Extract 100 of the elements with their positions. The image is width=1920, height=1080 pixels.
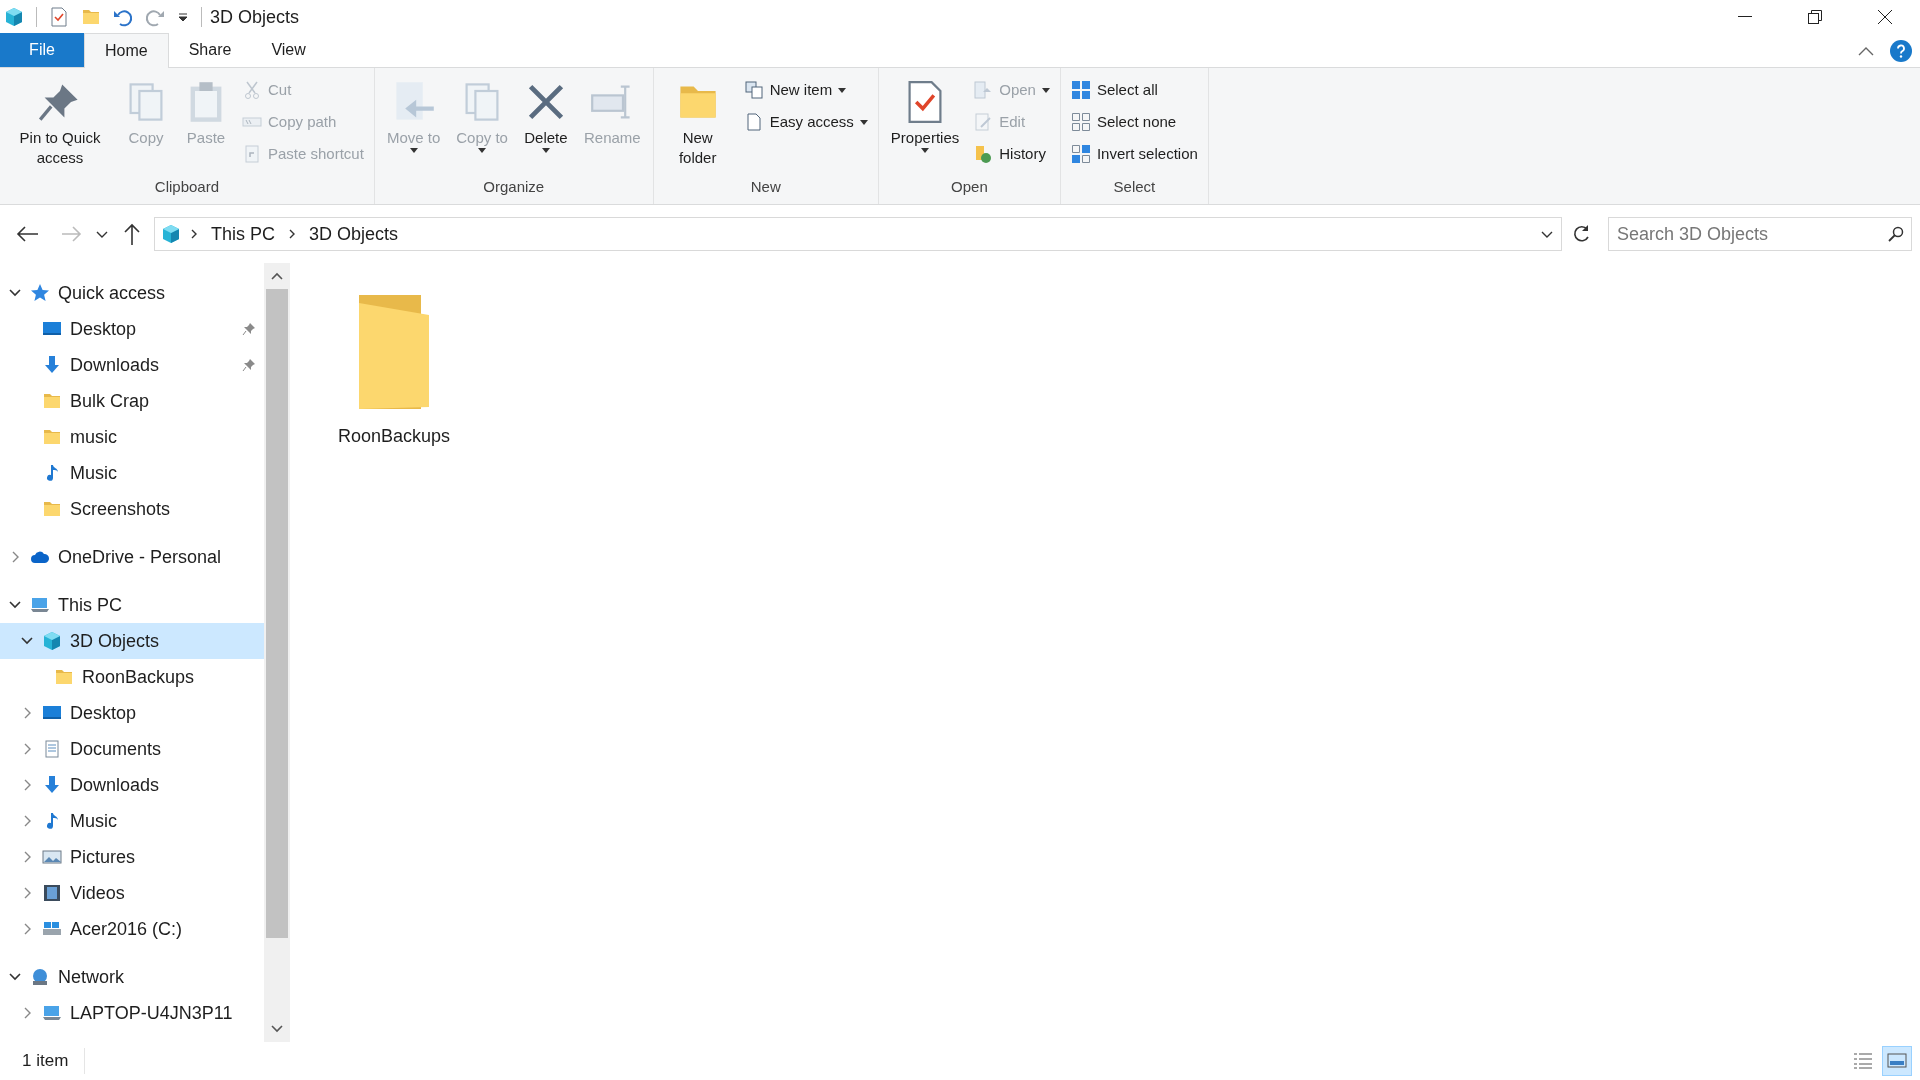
window-title: 3D Objects	[210, 5, 300, 29]
download-arrow-icon	[42, 355, 62, 375]
help-icon[interactable]	[1890, 39, 1912, 62]
search-icon	[1888, 226, 1904, 242]
collapse-ribbon-icon[interactable]	[1858, 45, 1874, 56]
scrollbar[interactable]	[264, 263, 290, 1042]
ribbon-button[interactable]: New item	[739, 74, 872, 106]
nav-label: RoonBackups	[82, 665, 196, 689]
file-name: RoonBackups	[337, 425, 451, 448]
checklist-icon	[49, 7, 69, 27]
ribbon-tab[interactable]: View	[251, 33, 326, 67]
partial-grid-icon	[1070, 144, 1091, 164]
nav-item[interactable]: Music	[0, 455, 264, 491]
nav-label: Screenshots	[70, 497, 172, 521]
nav-item[interactable]: Pictures	[0, 839, 264, 875]
nav-label: Desktop	[70, 317, 138, 341]
grid-icon	[1070, 80, 1091, 100]
group-label: Select	[1112, 176, 1157, 197]
folder-icon	[81, 7, 101, 27]
address-bar[interactable]: This PC 3D Objects	[154, 217, 1562, 251]
film-icon	[42, 883, 62, 903]
nav-item[interactable]: Downloads	[0, 347, 264, 383]
history-icon	[973, 144, 994, 164]
ribbon-button[interactable]: Delete	[517, 72, 574, 176]
ribbon-tab[interactable]: Home	[84, 33, 169, 68]
large-icons-view-icon	[1887, 1052, 1907, 1070]
cube-icon	[4, 7, 24, 27]
nav-label: Acer2016 (C:)	[70, 917, 184, 941]
nav-item[interactable]: Bulk Crap	[0, 383, 264, 419]
search-field[interactable]: Search 3D Objects	[1608, 217, 1912, 251]
ribbon-button[interactable]: Pin to Quick access	[6, 72, 114, 176]
ribbon-button[interactable]: History	[969, 138, 1054, 170]
cube-icon	[161, 224, 181, 244]
restore-icon	[1808, 10, 1822, 24]
nav-label: music	[70, 425, 118, 449]
caret-icon	[541, 148, 550, 153]
ribbon-button[interactable]: Select all	[1066, 74, 1202, 106]
ribbon-button[interactable]: Invert selection	[1066, 138, 1202, 170]
pin-icon	[242, 358, 256, 372]
group-label: Open	[950, 177, 989, 197]
nav-item[interactable]: LAPTOP-U4JN3P11	[0, 995, 264, 1031]
caret-icon	[409, 148, 418, 153]
nav-item[interactable]: Desktop	[0, 695, 264, 731]
nav-item[interactable]: Desktop	[0, 311, 264, 347]
group-label: New	[749, 177, 782, 197]
cube-icon	[42, 631, 62, 651]
nav-item[interactable]: Music	[0, 803, 264, 839]
ribbon-button[interactable]: Easy access	[739, 106, 872, 138]
folder-icon	[42, 391, 62, 411]
nav-label: Network	[58, 965, 125, 989]
ribbon-button[interactable]: Select none	[1066, 106, 1202, 138]
nav-item[interactable]: This PC	[0, 587, 264, 623]
nav-item[interactable]: Documents	[0, 731, 264, 767]
nav-label: Downloads	[70, 353, 161, 377]
nav-label: Downloads	[70, 773, 161, 797]
breadcrumb[interactable]: This PC	[207, 220, 279, 248]
nav-item[interactable]: music	[0, 419, 264, 455]
edit-icon	[973, 112, 994, 132]
caret-icon	[838, 87, 847, 93]
nav-item[interactable]: Screenshots	[0, 491, 264, 527]
nav-item[interactable]: Network	[0, 959, 264, 995]
document-icon	[42, 739, 62, 759]
ribbon-button[interactable]: New folder	[659, 72, 736, 176]
group-label: Organize	[482, 177, 546, 197]
nav-item[interactable]: Videos	[0, 875, 264, 911]
nav-item[interactable]: Acer2016 (C:)	[0, 911, 264, 947]
nav-item[interactable]: OneDrive - Personal	[0, 539, 264, 575]
chevron-right-icon[interactable]	[189, 228, 199, 240]
nav-label: Documents	[70, 737, 163, 761]
caret-icon	[1041, 87, 1050, 93]
computer-icon	[42, 1003, 62, 1023]
shortcut-icon	[242, 144, 262, 164]
folder-icon	[42, 427, 62, 447]
file-item[interactable]: RoonBackups	[334, 287, 454, 454]
scissors-icon	[242, 80, 262, 100]
caret-icon	[859, 119, 868, 125]
nav-label: Quick access	[58, 281, 167, 305]
nav-label: 3D Objects	[70, 629, 161, 653]
minimize-icon	[1738, 16, 1752, 18]
chevron-right-icon[interactable]	[287, 228, 297, 240]
picture-icon	[42, 847, 62, 867]
nav-item[interactable]: RoonBackups	[0, 659, 264, 695]
nav-item[interactable]: 3D Objects	[0, 623, 264, 659]
nav-label: Music	[70, 461, 118, 485]
nav-label: Bulk Crap	[70, 389, 151, 413]
ribbon-tab[interactable]: Share	[168, 33, 252, 67]
nav-label: Videos	[70, 881, 126, 905]
folder-icon	[42, 499, 62, 519]
open-icon	[973, 80, 994, 100]
nav-label: OneDrive - Personal	[58, 545, 223, 569]
close-icon	[1878, 10, 1892, 24]
nav-label: Music	[70, 809, 118, 833]
nav-item[interactable]: Quick access	[0, 275, 264, 311]
undo-icon[interactable]	[113, 7, 133, 27]
customize-dropdown-icon[interactable]	[177, 11, 189, 23]
breadcrumb[interactable]: 3D Objects	[305, 220, 403, 248]
nav-item[interactable]: Downloads	[0, 767, 264, 803]
view-button[interactable]	[1882, 1046, 1912, 1076]
ribbon-tab[interactable]: File	[0, 33, 84, 67]
ribbon-button[interactable]: Properties	[884, 72, 966, 176]
